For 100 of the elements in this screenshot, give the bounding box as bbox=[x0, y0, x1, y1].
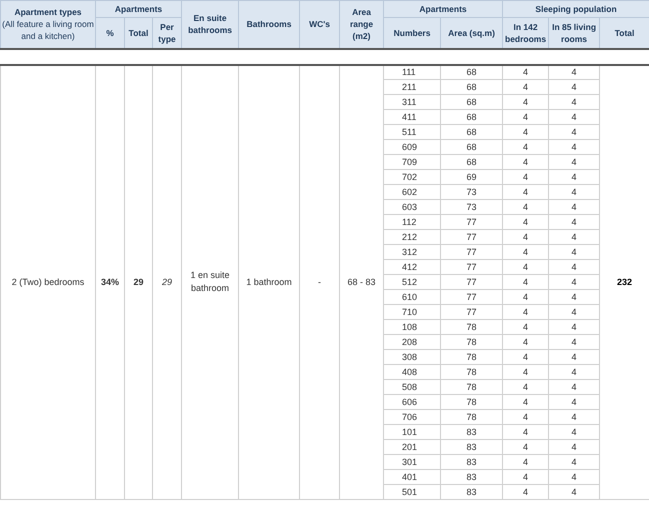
area-value: 68 bbox=[440, 124, 502, 140]
bedroom-sleepers: 4 bbox=[502, 200, 548, 214]
area-value: 73 bbox=[440, 200, 502, 214]
apartment-number: 411 bbox=[384, 110, 440, 124]
area-value: 78 bbox=[440, 350, 502, 364]
apartment-number: 101 bbox=[384, 424, 440, 440]
area-value: 83 bbox=[440, 440, 502, 454]
area-value: 69 bbox=[440, 170, 502, 184]
bedroom-sleepers: 4 bbox=[502, 320, 548, 334]
bedroom-sleepers: 4 bbox=[502, 154, 548, 170]
bedroom-sleepers: 4 bbox=[502, 470, 548, 484]
living-sleepers: 4 bbox=[548, 64, 600, 80]
table-cell: 29 bbox=[152, 64, 182, 500]
header-cell: % bbox=[96, 18, 124, 48]
apartment-number: 709 bbox=[384, 154, 440, 170]
header-cell: Bathrooms bbox=[238, 0, 300, 48]
area-value: 68 bbox=[440, 64, 502, 80]
area-value: 77 bbox=[440, 260, 502, 274]
area-value: 68 bbox=[440, 94, 502, 110]
apartment-number: 211 bbox=[384, 80, 440, 94]
bedroom-sleepers: 4 bbox=[502, 140, 548, 154]
apartment-number: 508 bbox=[384, 380, 440, 394]
table-cell: 1 en suite bathroom bbox=[182, 64, 238, 500]
table-cell: 68 - 83 bbox=[340, 64, 384, 500]
bedroom-sleepers: 4 bbox=[502, 290, 548, 304]
apartment-number: 401 bbox=[384, 470, 440, 484]
bedroom-sleepers: 4 bbox=[502, 334, 548, 350]
bedroom-sleepers: 4 bbox=[502, 410, 548, 424]
bedroom-sleepers: 4 bbox=[502, 394, 548, 410]
apartment-number: 501 bbox=[384, 484, 440, 500]
bedroom-sleepers: 4 bbox=[502, 170, 548, 184]
header-cell: Area (sq.m) bbox=[440, 18, 503, 48]
header-cell: Apartments bbox=[384, 0, 503, 18]
header-cell: Sleeping population bbox=[502, 0, 649, 18]
header-cell: In 142 bedrooms bbox=[502, 18, 549, 48]
apartment-number: 702 bbox=[384, 170, 440, 184]
area-value: 78 bbox=[440, 394, 502, 410]
area-value: 77 bbox=[440, 244, 502, 260]
apartment-number: 312 bbox=[384, 244, 440, 260]
apartment-number: 111 bbox=[384, 64, 440, 80]
area-value: 83 bbox=[440, 424, 502, 440]
header-cell: In 85 living rooms bbox=[548, 18, 600, 48]
apartment-number: 301 bbox=[384, 454, 440, 470]
bedroom-sleepers: 4 bbox=[502, 274, 548, 290]
apartment-number: 602 bbox=[384, 184, 440, 200]
area-value: 77 bbox=[440, 290, 502, 304]
header-cell: Numbers bbox=[384, 18, 441, 48]
header-cell: Area range (m2) bbox=[340, 0, 384, 48]
area-value: 68 bbox=[440, 154, 502, 170]
apartment-number: 112 bbox=[384, 214, 440, 230]
table-cell: 1 bathroom bbox=[238, 64, 300, 500]
apartment-number: 610 bbox=[384, 290, 440, 304]
apartment-number: 706 bbox=[384, 410, 440, 424]
area-value: 78 bbox=[440, 380, 502, 394]
apartment-number: 609 bbox=[384, 140, 440, 154]
bedroom-sleepers: 4 bbox=[502, 214, 548, 230]
apartment-number: 512 bbox=[384, 274, 440, 290]
apartment-number: 311 bbox=[384, 94, 440, 110]
header-cell: Total bbox=[600, 18, 649, 48]
apartment-number: 511 bbox=[384, 124, 440, 140]
bedroom-sleepers: 4 bbox=[502, 124, 548, 140]
apartment-number: 412 bbox=[384, 260, 440, 274]
table-cell: 2 (Two) bedrooms bbox=[0, 64, 96, 500]
area-value: 83 bbox=[440, 484, 502, 500]
header-cell: Total bbox=[124, 18, 152, 48]
apartment-number: 212 bbox=[384, 230, 440, 244]
bedroom-sleepers: 4 bbox=[502, 244, 548, 260]
area-value: 78 bbox=[440, 364, 502, 380]
bedroom-sleepers: 4 bbox=[502, 350, 548, 364]
table-cell: - bbox=[300, 64, 340, 500]
area-value: 78 bbox=[440, 334, 502, 350]
apartment-number: 208 bbox=[384, 334, 440, 350]
area-value: 83 bbox=[440, 470, 502, 484]
area-value: 78 bbox=[440, 320, 502, 334]
header-cell: Apartments bbox=[96, 0, 182, 18]
area-value: 77 bbox=[440, 274, 502, 290]
table-cell: 29 bbox=[124, 64, 152, 500]
area-value: 68 bbox=[440, 140, 502, 154]
bedroom-sleepers: 4 bbox=[502, 454, 548, 470]
bedroom-sleepers: 4 bbox=[502, 364, 548, 380]
area-value: 68 bbox=[440, 80, 502, 94]
bedroom-sleepers: 4 bbox=[502, 184, 548, 200]
apartment-number: 201 bbox=[384, 440, 440, 454]
apartment-number: 308 bbox=[384, 350, 440, 364]
area-value: 77 bbox=[440, 304, 502, 320]
bedroom-sleepers: 4 bbox=[502, 230, 548, 244]
bedroom-sleepers: 4 bbox=[502, 440, 548, 454]
bedroom-sleepers: 4 bbox=[502, 110, 548, 124]
bedroom-sleepers: 4 bbox=[502, 80, 548, 94]
area-value: 77 bbox=[440, 214, 502, 230]
bedroom-sleepers: 4 bbox=[502, 94, 548, 110]
bedroom-sleepers: 4 bbox=[502, 484, 548, 500]
table-cell: 34% bbox=[96, 64, 124, 500]
area-value: 77 bbox=[440, 230, 502, 244]
apartment-number: 408 bbox=[384, 364, 440, 380]
apartment-number: 606 bbox=[384, 394, 440, 410]
apartment-number: 603 bbox=[384, 200, 440, 214]
area-value: 83 bbox=[440, 454, 502, 470]
header-note: (All feature a living room and a kitchen) bbox=[2, 18, 94, 42]
bedroom-sleepers: 4 bbox=[502, 304, 548, 320]
